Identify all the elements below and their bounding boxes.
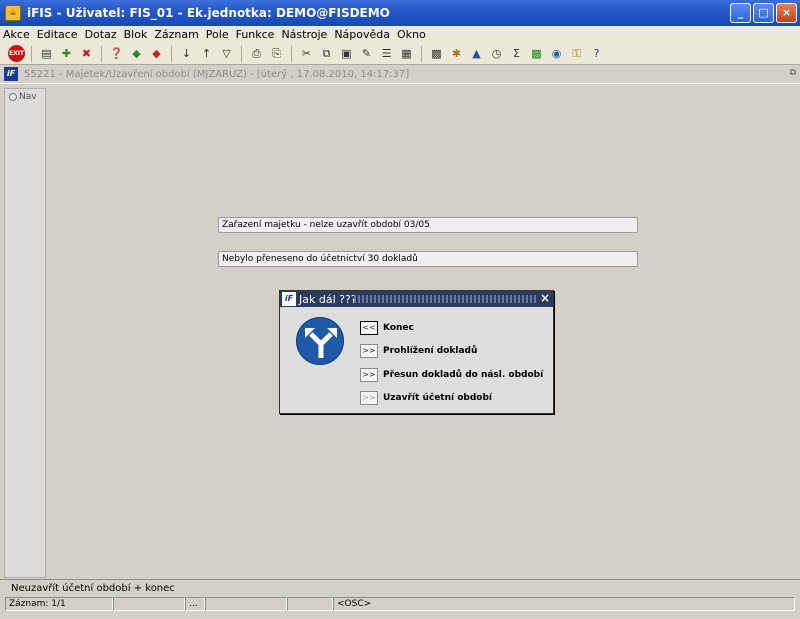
menu-zaznam[interactable]: Záznam bbox=[154, 28, 198, 41]
ifis-icon: iF bbox=[4, 67, 18, 81]
status-cell bbox=[205, 597, 287, 611]
save-icon[interactable]: ▤ bbox=[38, 45, 55, 62]
option-presun[interactable]: >> Přesun dokladů do násl. období bbox=[360, 367, 543, 383]
menu-bar: Akce Editace Dotaz Blok Záznam Pole Funk… bbox=[0, 26, 800, 43]
cut-icon[interactable]: ✂ bbox=[298, 45, 315, 62]
nav-label: Nav bbox=[19, 92, 37, 102]
message-field: Nebylo přeneseno do účetnictví 30 doklad… bbox=[218, 251, 638, 267]
copy-icon[interactable]: ⧉ bbox=[318, 45, 335, 62]
option-button[interactable]: >> bbox=[360, 344, 378, 358]
dialog-titlebar[interactable]: iF Jak dál ??? × bbox=[280, 291, 553, 307]
option-label: Prohlížení dokladů bbox=[383, 346, 478, 356]
toolbar-separator bbox=[291, 45, 292, 62]
menu-dotaz[interactable]: Dotaz bbox=[85, 28, 117, 41]
radio-icon bbox=[9, 93, 17, 101]
option-button[interactable]: << bbox=[360, 321, 378, 335]
exit-button[interactable]: EXIT bbox=[8, 45, 25, 62]
sort-desc-icon[interactable]: ↑ bbox=[198, 45, 215, 62]
nav-toggle[interactable]: Nav bbox=[9, 92, 37, 102]
fork-direction-sign-icon bbox=[296, 317, 344, 365]
form-titlebar[interactable]: iF 55221 - Majetek/Uzavření období (MJZA… bbox=[0, 66, 800, 82]
restore-icon[interactable]: ⧉ bbox=[790, 68, 796, 78]
tools-icon[interactable]: ✱ bbox=[448, 45, 465, 62]
sort-asc-icon[interactable]: ↓ bbox=[178, 45, 195, 62]
menu-nastroje[interactable]: Nástroje bbox=[281, 28, 327, 41]
menu-blok[interactable]: Blok bbox=[124, 28, 148, 41]
toolbar-separator bbox=[171, 45, 172, 62]
ifis-icon: iF bbox=[282, 292, 296, 306]
close-button[interactable]: × bbox=[776, 3, 797, 23]
calculator-icon[interactable]: ▩ bbox=[428, 45, 445, 62]
dialog-close-button[interactable]: × bbox=[540, 291, 550, 305]
java-cup-icon: ☕ bbox=[5, 5, 21, 21]
option-konec[interactable]: << Konec bbox=[360, 320, 414, 336]
option-prohlizeni[interactable]: >> Prohlížení dokladů bbox=[360, 343, 477, 359]
menu-editace[interactable]: Editace bbox=[37, 28, 78, 41]
toolbar-separator bbox=[241, 45, 242, 62]
menu-akce[interactable]: Akce bbox=[3, 28, 30, 41]
execute-query-icon[interactable]: ◆ bbox=[128, 45, 145, 62]
menu-funkce[interactable]: Funkce bbox=[236, 28, 275, 41]
status-cell bbox=[113, 597, 185, 611]
option-uzavrit[interactable]: >> Uzavřít účetní období bbox=[360, 390, 492, 406]
nav-panel: Nav bbox=[4, 88, 46, 578]
clock-icon[interactable]: ◷ bbox=[488, 45, 505, 62]
option-label: Přesun dokladů do násl. období bbox=[383, 370, 544, 380]
help-icon[interactable]: ? bbox=[588, 45, 605, 62]
status-record: Záznam: 1/1 bbox=[5, 597, 113, 611]
window-controls: _ □ × bbox=[730, 3, 797, 23]
delete-record-icon[interactable]: ✖ bbox=[78, 45, 95, 62]
toolbar-separator bbox=[421, 45, 422, 62]
list-icon[interactable]: ☰ bbox=[378, 45, 395, 62]
status-bar: Záznam: 1/1 ... <OSC> bbox=[0, 596, 800, 619]
grid-icon[interactable]: ▦ bbox=[398, 45, 415, 62]
titlebar-pattern bbox=[354, 295, 537, 303]
menu-okno[interactable]: Okno bbox=[397, 28, 426, 41]
message-field: Zařazení majetku - nelze uzavřít období … bbox=[218, 217, 638, 233]
option-label: Uzavřít účetní období bbox=[383, 393, 492, 403]
excel-icon[interactable]: ▩ bbox=[528, 45, 545, 62]
cancel-query-icon[interactable]: ◆ bbox=[148, 45, 165, 62]
status-mode: <OSC> bbox=[333, 597, 795, 611]
dialog-title: Jak dál ??? bbox=[299, 292, 357, 306]
option-button[interactable]: >> bbox=[360, 391, 378, 405]
option-button[interactable]: >> bbox=[360, 368, 378, 382]
form-title: 55221 - Majetek/Uzavření období (MJZARUZ… bbox=[24, 68, 410, 80]
enter-query-icon[interactable]: ❓ bbox=[108, 45, 125, 62]
toolbar: EXIT ▤ ✚ ✖ ❓ ◆ ◆ ↓ ↑ ▽ ⎙ ⎘ ✂ ⧉ ▣ ✎ ☰ ▦ ▩… bbox=[0, 43, 800, 65]
edit-icon[interactable]: ✎ bbox=[358, 45, 375, 62]
status-cell: ... bbox=[185, 597, 205, 611]
minimize-button[interactable]: _ bbox=[730, 3, 751, 23]
toolbar-separator bbox=[31, 45, 32, 62]
window-title: iFIS - Uživatel: FIS_01 - Ek.jednotka: D… bbox=[27, 6, 390, 20]
option-label: Konec bbox=[383, 323, 414, 333]
print-setup-icon[interactable]: ⎘ bbox=[268, 45, 285, 62]
window-titlebar[interactable]: ☕ iFIS - Uživatel: FIS_01 - Ek.jednotka:… bbox=[0, 0, 800, 26]
hint-bar: Neuzavřít účetní období + konec bbox=[0, 579, 800, 596]
paste-icon[interactable]: ▣ bbox=[338, 45, 355, 62]
filter-icon[interactable]: ▽ bbox=[218, 45, 235, 62]
toolbar-separator bbox=[101, 45, 102, 62]
key-icon[interactable]: ⚿ bbox=[568, 45, 585, 62]
menu-pole[interactable]: Pole bbox=[206, 28, 229, 41]
maximize-button[interactable]: □ bbox=[753, 3, 774, 23]
decision-dialog: iF Jak dál ??? × << Konec >> Prohlížení … bbox=[279, 290, 554, 414]
sum-icon[interactable]: Σ bbox=[508, 45, 525, 62]
menu-napoveda[interactable]: Nápověda bbox=[334, 28, 390, 41]
print-icon[interactable]: ⎙ bbox=[248, 45, 265, 62]
web-icon[interactable]: ◉ bbox=[548, 45, 565, 62]
new-record-icon[interactable]: ✚ bbox=[58, 45, 75, 62]
chart-icon[interactable]: ▲ bbox=[468, 45, 485, 62]
status-cell bbox=[287, 597, 333, 611]
